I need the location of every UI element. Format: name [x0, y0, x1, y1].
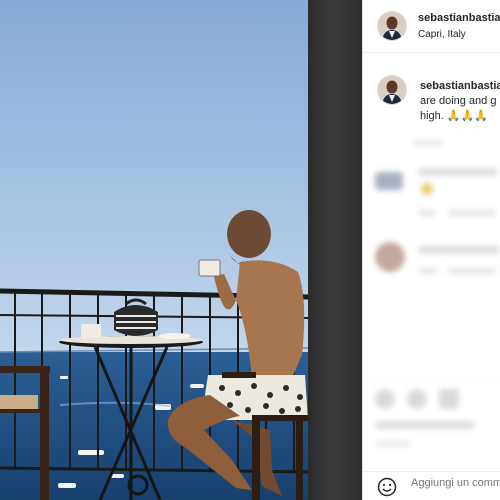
post-side-panel: sebastianbastian Capri, Italy sebastianb…: [362, 0, 500, 500]
coffee-cup: [198, 259, 221, 277]
heart-icon[interactable]: [375, 389, 395, 409]
caption-username[interactable]: sebastianbastian: [420, 80, 500, 92]
comment-input[interactable]: [411, 477, 500, 489]
post-username[interactable]: sebastianbastian: [418, 12, 500, 24]
caption-text: sebastianbastian are doing and g high. 🙏…: [420, 79, 500, 124]
pillar-shadow: [308, 0, 362, 500]
caption-avatar[interactable]: [377, 75, 407, 105]
add-comment-bar: [363, 471, 500, 500]
action-bar: [363, 380, 500, 461]
emoji-icon[interactable]: [377, 477, 397, 497]
post-location[interactable]: Capri, Italy: [418, 29, 466, 40]
avatar[interactable]: [377, 11, 407, 41]
caption-line-1: are doing and g: [420, 95, 497, 107]
comment-icon[interactable]: [407, 389, 427, 409]
share-icon[interactable]: [439, 389, 459, 409]
caption-line-2: high. 🙏🙏🙏: [420, 110, 488, 122]
cup-on-table: [81, 324, 101, 338]
post-header: sebastianbastian Capri, Italy: [363, 0, 500, 53]
